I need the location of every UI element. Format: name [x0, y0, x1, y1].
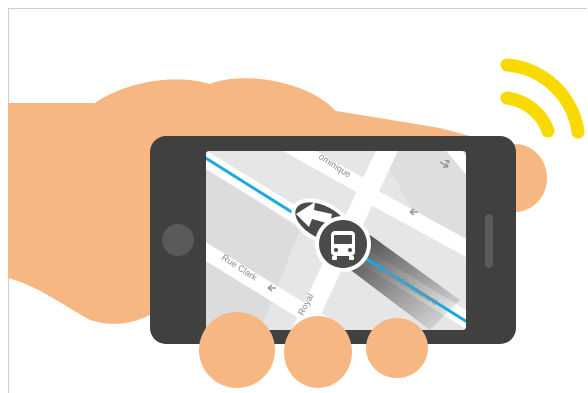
phone: ominique Rue Clark Royal Boul St-Laurent	[150, 136, 516, 344]
hand-holding-phone-illustration: ominique Rue Clark Royal Boul St-Laurent	[8, 58, 585, 388]
illustration-frame: ominique Rue Clark Royal Boul St-Laurent	[0, 0, 588, 393]
bus-icon	[331, 231, 355, 260]
wireless-signal-icon	[500, 58, 585, 139]
home-button-icon	[162, 224, 194, 256]
